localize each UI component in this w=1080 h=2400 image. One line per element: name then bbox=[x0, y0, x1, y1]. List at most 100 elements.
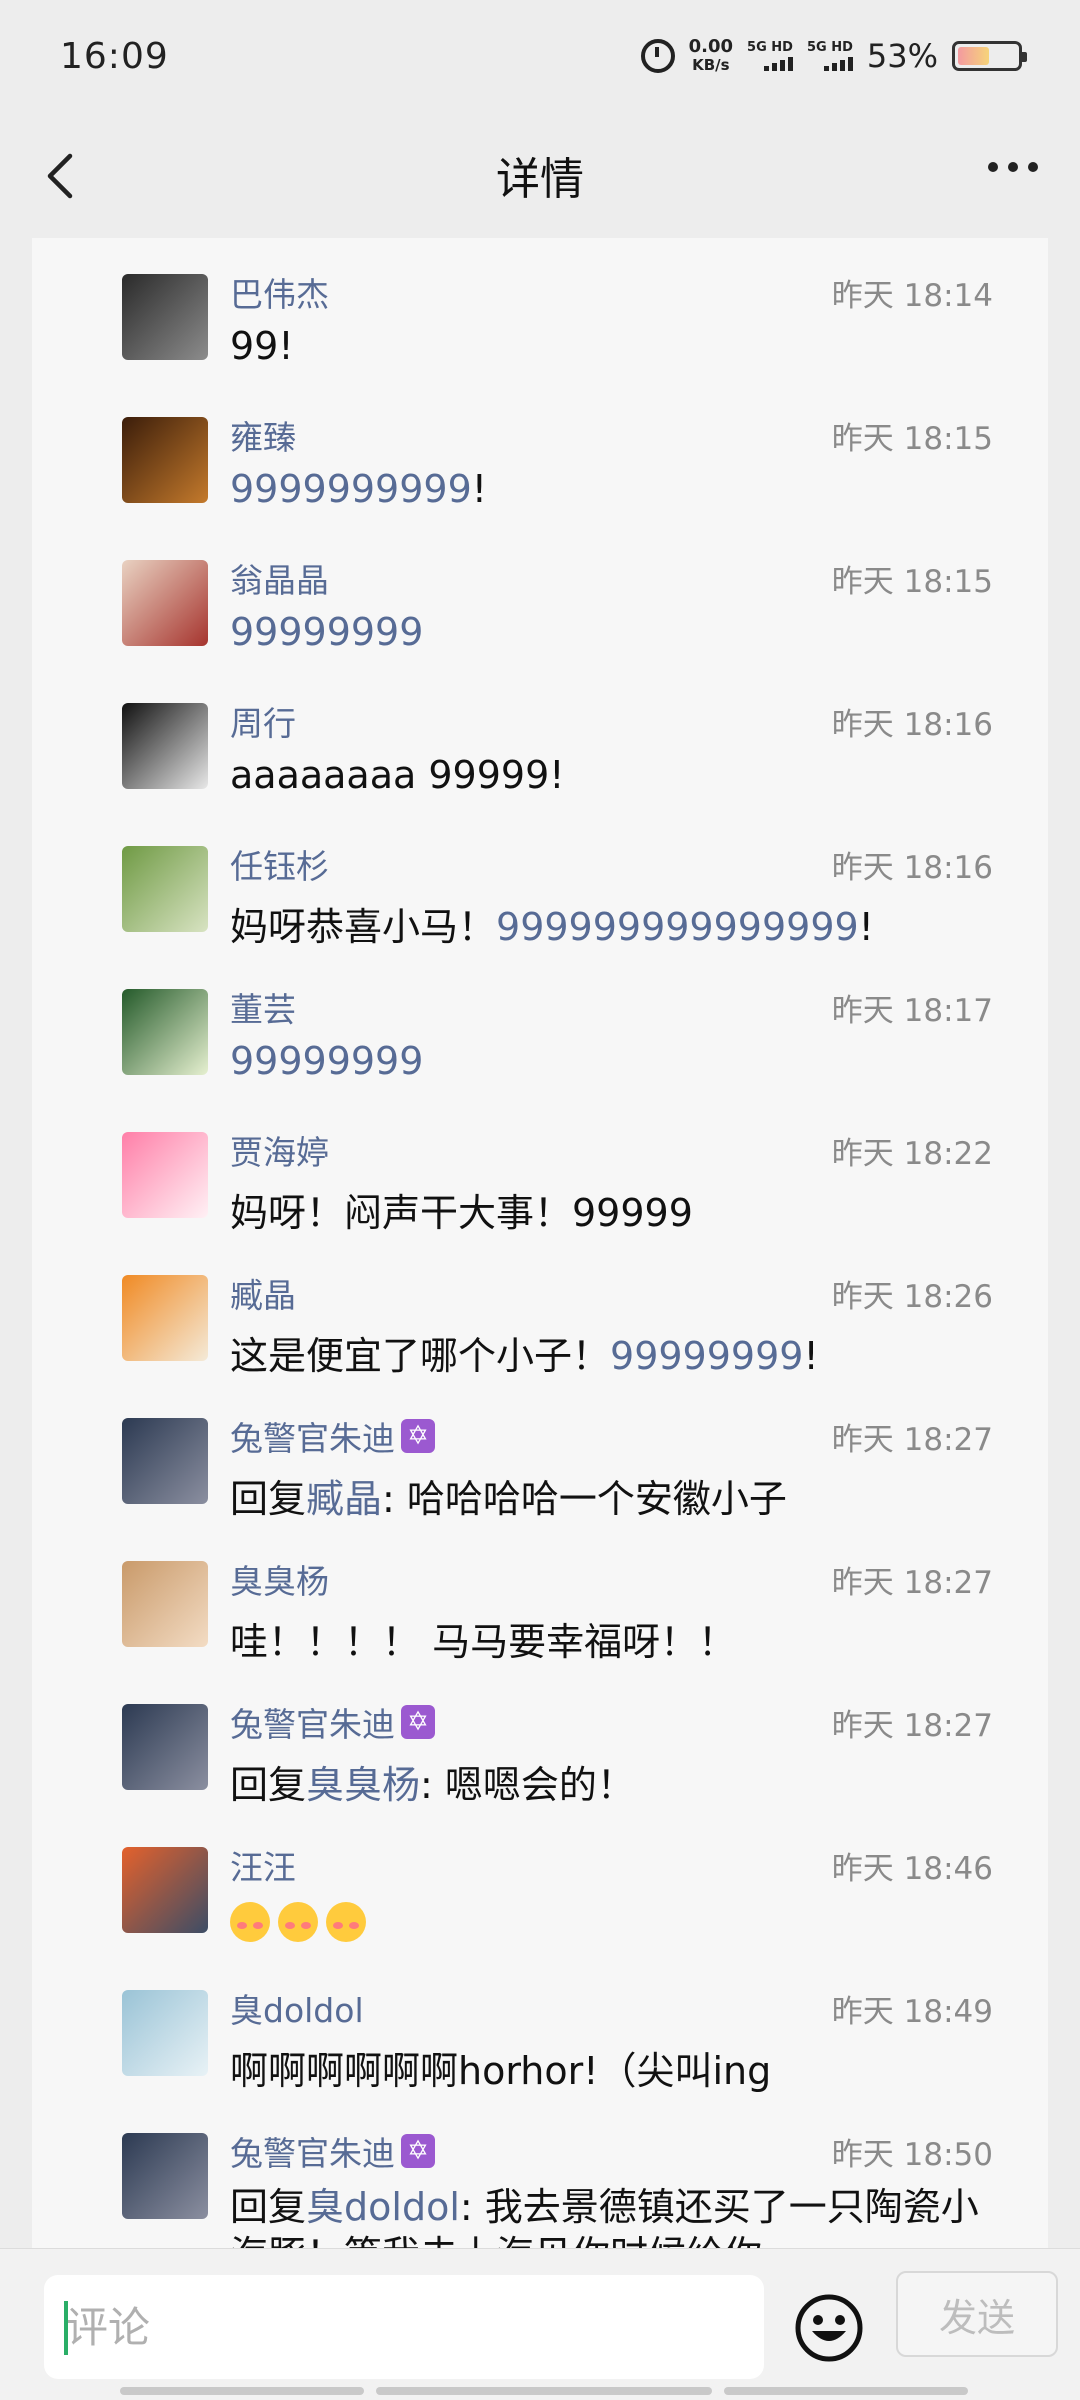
avatar[interactable] bbox=[122, 1275, 208, 1361]
commenter-name[interactable]: 臭臭杨 bbox=[230, 1555, 329, 1603]
send-button[interactable]: 发送 bbox=[896, 2271, 1058, 2357]
avatar[interactable] bbox=[122, 417, 208, 503]
avatar[interactable] bbox=[122, 1704, 208, 1790]
commenter-name[interactable]: 臧晶 bbox=[230, 1269, 296, 1317]
comment-item[interactable]: 董芸 昨天 18:17 99999999 bbox=[32, 953, 1048, 1096]
comment-item[interactable]: 贾海婷 昨天 18:22 妈呀！闷声干大事！99999 bbox=[32, 1096, 1048, 1239]
battery-fill bbox=[958, 47, 989, 65]
comment-text-part: 这是便宜了哪个小子！ bbox=[230, 1334, 611, 1378]
comment-item[interactable]: 兔警官朱迪 ✡ 昨天 18:27 回复臧晶: 哈哈哈哈一个安徽小子 bbox=[32, 1382, 1048, 1525]
commenter-name-text: 臧晶 bbox=[230, 1276, 296, 1315]
sim1-signal: 5G HD bbox=[747, 41, 793, 71]
avatar[interactable] bbox=[122, 1847, 208, 1933]
commenter-name[interactable]: 汪汪 bbox=[230, 1841, 296, 1889]
commenter-name-text: 巴伟杰 bbox=[230, 275, 329, 314]
comment-item[interactable]: 翁晶晶 昨天 18:15 99999999 bbox=[32, 524, 1048, 667]
comment-text: 回复臭臭杨: 嗯嗯会的！ bbox=[230, 1754, 635, 1809]
comment-link-text[interactable]: 99999999 bbox=[230, 610, 423, 654]
comment-text: 9999999999! bbox=[230, 467, 487, 511]
comment-text-part: 99! bbox=[230, 324, 294, 368]
comment-item[interactable]: 汪汪 昨天 18:46 bbox=[32, 1811, 1048, 1954]
comment-text: 妈呀恭喜小马！999999999999999! bbox=[230, 896, 874, 951]
comment-item[interactable]: 雍臻 昨天 18:15 9999999999! bbox=[32, 381, 1048, 524]
text-cursor bbox=[64, 2301, 68, 2355]
comment-text-part: 回复 bbox=[230, 1763, 307, 1807]
comment-item[interactable]: 臭doldol 昨天 18:49 啊啊啊啊啊啊horhor!（尖叫ing bbox=[32, 1954, 1048, 2097]
comment-text-part: 啊啊啊啊啊啊horhor!（尖叫ing bbox=[230, 2049, 772, 2093]
commenter-name-text: 任钰杉 bbox=[230, 847, 329, 886]
avatar[interactable] bbox=[122, 1418, 208, 1504]
comment-link-text[interactable]: 999999999999999 bbox=[496, 905, 859, 949]
avatar[interactable] bbox=[122, 989, 208, 1075]
alarm-icon bbox=[640, 39, 675, 73]
comment-item[interactable]: 臧晶 昨天 18:26 这是便宜了哪个小子！99999999! bbox=[32, 1239, 1048, 1382]
commenter-name-text: 臭doldol bbox=[230, 1991, 364, 2030]
status-indicators: 0.00 KB/s 5G HD 5G HD 53% bbox=[640, 37, 1027, 75]
battery-icon bbox=[952, 41, 1027, 71]
commenter-name[interactable]: 兔警官朱迪 ✡ bbox=[230, 1412, 435, 1460]
commenter-name[interactable]: 贾海婷 bbox=[230, 1126, 329, 1174]
comment-time: 昨天 18:50 bbox=[831, 2137, 993, 2173]
commenter-name[interactable]: 任钰杉 bbox=[230, 840, 329, 888]
commenter-name[interactable]: 翁晶晶 bbox=[230, 554, 329, 602]
comment-item[interactable]: 兔警官朱迪✡ 昨天 18:50 回复臭doldol: 我去景德镇还买了一只陶瓷小海豚… bbox=[32, 2097, 1048, 2248]
commenter-name[interactable]: 董芸 bbox=[230, 983, 296, 1031]
comment-link-text[interactable]: 9999999999 bbox=[230, 467, 472, 511]
avatar[interactable] bbox=[122, 703, 208, 789]
bottom-scroll-indicator bbox=[120, 2387, 968, 2395]
avatar[interactable] bbox=[122, 560, 208, 646]
commenter-name[interactable]: 雍臻 bbox=[230, 411, 296, 459]
avatar[interactable] bbox=[122, 274, 208, 360]
comment-text-part: 回复 bbox=[230, 1477, 307, 1521]
comment-time: 昨天 18:15 bbox=[831, 421, 993, 457]
commenter-name[interactable]: 兔警官朱迪 ✡ bbox=[230, 1698, 435, 1746]
comment-link-text[interactable]: 臧晶 bbox=[306, 1477, 382, 1521]
network-speed: 0.00 KB/s bbox=[689, 38, 733, 75]
commenter-name[interactable]: 兔警官朱迪 ✡ bbox=[230, 2127, 435, 2175]
comment-text: 99! bbox=[230, 324, 294, 368]
avatar[interactable] bbox=[122, 1561, 208, 1647]
comment-link-text[interactable]: 99999999 bbox=[230, 1039, 423, 1083]
avatar[interactable] bbox=[122, 846, 208, 932]
sim2-label: 5G HD bbox=[806, 40, 853, 55]
comment-link-text[interactable]: 臭doldol bbox=[306, 2185, 460, 2229]
avatar[interactable] bbox=[122, 1990, 208, 2076]
chevron-left-icon[interactable] bbox=[36, 148, 92, 204]
commenter-name-text: 雍臻 bbox=[230, 418, 296, 457]
comment-text-part: : 嗯嗯会的！ bbox=[420, 1763, 635, 1807]
commenter-name[interactable]: 周行 bbox=[230, 697, 296, 745]
comment-item[interactable]: 任钰杉 昨天 18:16 妈呀恭喜小马！999999999999999! bbox=[32, 810, 1048, 953]
comment-text: 这是便宜了哪个小子！99999999! bbox=[230, 1325, 819, 1380]
star-badge-icon: ✡ bbox=[401, 2134, 435, 2168]
comment-input-bar: 发送 bbox=[0, 2248, 1080, 2400]
comment-time: 昨天 18:49 bbox=[831, 1994, 993, 2030]
comment-item[interactable]: 兔警官朱迪 ✡ 昨天 18:27 回复臭臭杨: 嗯嗯会的！ bbox=[32, 1668, 1048, 1811]
avatar[interactable] bbox=[122, 1132, 208, 1218]
comment-text: 妈呀！闷声干大事！99999 bbox=[230, 1182, 693, 1237]
comment-text-part: 哇！！！！ 马马要幸福呀！！ bbox=[230, 1620, 737, 1664]
comment-time: 昨天 18:16 bbox=[831, 850, 993, 886]
commenter-name-text: 兔警官朱迪 bbox=[230, 1419, 395, 1458]
comment-link-text[interactable]: 臭臭杨 bbox=[306, 1763, 420, 1807]
avatar[interactable] bbox=[122, 2133, 208, 2219]
comment-time: 昨天 18:27 bbox=[831, 1422, 993, 1458]
comment-text-part: 回复 bbox=[230, 2185, 307, 2229]
comment-item[interactable]: 臭臭杨 昨天 18:27 哇！！！！ 马马要幸福呀！！ bbox=[32, 1525, 1048, 1668]
smiley-icon[interactable] bbox=[794, 2293, 864, 2363]
comment-text: 啊啊啊啊啊啊horhor!（尖叫ing bbox=[230, 2040, 771, 2095]
comment-time: 昨天 18:17 bbox=[831, 993, 993, 1029]
comment-link-text[interactable]: 99999999 bbox=[610, 1334, 803, 1378]
more-dots-icon[interactable] bbox=[988, 162, 1038, 172]
commenter-name-text: 贾海婷 bbox=[230, 1133, 329, 1172]
commenter-name-text: 董芸 bbox=[230, 990, 296, 1029]
comment-text: 99999999 bbox=[230, 1039, 423, 1083]
signal-bars-icon bbox=[763, 55, 793, 71]
comment-list[interactable]: 巴伟杰 昨天 18:14 99! 雍臻 昨天 18:15 9999999999! 翁晶晶 昨天… bbox=[32, 238, 1048, 2248]
commenter-name[interactable]: 臭doldol bbox=[230, 1984, 364, 2032]
commenter-name[interactable]: 巴伟杰 bbox=[230, 268, 329, 316]
comment-item[interactable]: 周行 昨天 18:16 aaaaaaaa 99999! bbox=[32, 667, 1048, 810]
commenter-name-text: 兔警官朱迪 bbox=[230, 1705, 395, 1744]
comment-item[interactable]: 巴伟杰 昨天 18:14 99! bbox=[32, 238, 1048, 381]
comment-text-part: aaaaaaaa 99999! bbox=[230, 753, 565, 797]
comment-input[interactable] bbox=[44, 2275, 764, 2379]
